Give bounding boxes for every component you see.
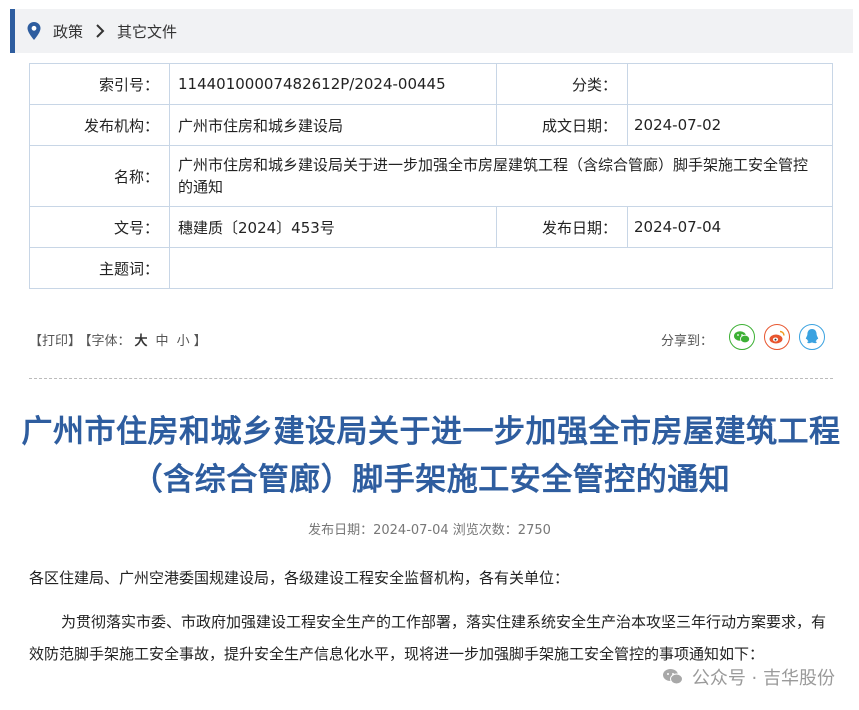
watermark-text: 公众号 · 吉华股份 — [691, 668, 835, 689]
font-size-prefix: 【字体： — [85, 334, 131, 349]
breadcrumb: 政策 其它文件 — [10, 9, 853, 53]
weibo-share-icon[interactable] — [764, 324, 790, 350]
chevron-right-icon — [95, 24, 105, 38]
subject-label: 主题词： — [29, 247, 170, 289]
qq-share-icon[interactable] — [799, 324, 825, 350]
doc-number-value: 穗建质〔2024〕453号 — [169, 206, 497, 248]
share-label: 分享到： — [661, 334, 714, 349]
issuer-label: 发布机构： — [29, 104, 170, 146]
name-label: 名称： — [29, 145, 170, 207]
print-link[interactable]: 【打印】 — [29, 334, 81, 349]
divider — [29, 378, 833, 379]
name-value: 广州市住房和城乡建设局关于进一步加强全市房屋建筑工程（含综合管廊）脚手架施工安全… — [169, 145, 833, 207]
article-title: 广州市住房和城乡建设局关于进一步加强全市房屋建筑工程（含综合管廊）脚手架施工安全… — [21, 414, 841, 498]
written-date-label: 成文日期： — [496, 104, 628, 146]
font-large-button[interactable]: 大 — [135, 334, 148, 349]
location-pin-icon — [27, 22, 41, 40]
wechat-watermark-icon — [662, 667, 684, 687]
article-toolbar: 【打印】 【字体： 大中小】 分享到： — [29, 324, 833, 354]
publish-info: 发布日期：2024-07-04 浏览次数：2750 — [308, 523, 551, 538]
article-paragraph: 为贯彻落实市委、市政府加强建设工程安全生产的工作部署，落实住建系统安全生产治本攻… — [29, 613, 827, 663]
issuer-value: 广州市住房和城乡建设局 — [169, 104, 497, 146]
font-medium-button[interactable]: 中 — [156, 334, 169, 349]
category-label: 分类： — [496, 63, 628, 105]
publish-date-label: 发布日期： — [496, 206, 628, 248]
breadcrumb-home-link[interactable]: 政策 — [53, 21, 83, 42]
article-paragraph: 各区住建局、广州空港委国规建设局，各级建设工程安全监督机构，各有关单位： — [29, 569, 570, 587]
watermark: 公众号 · 吉华股份 — [662, 664, 835, 690]
breadcrumb-current-link[interactable]: 其它文件 — [117, 21, 177, 42]
index-value: 11440100007482612P/2024-00445 — [169, 63, 497, 105]
index-label: 索引号： — [29, 63, 170, 105]
publish-date-value: 2024-07-04 — [627, 206, 833, 248]
font-small-button[interactable]: 小 — [177, 334, 190, 349]
doc-number-label: 文号： — [29, 206, 170, 248]
category-value — [627, 63, 833, 105]
font-size-suffix: 】 — [193, 334, 207, 349]
wechat-share-icon[interactable] — [729, 324, 755, 350]
written-date-value: 2024-07-02 — [627, 104, 833, 146]
document-meta-table: 索引号： 11440100007482612P/2024-00445 分类： 发… — [29, 63, 833, 289]
subject-value — [169, 247, 833, 289]
